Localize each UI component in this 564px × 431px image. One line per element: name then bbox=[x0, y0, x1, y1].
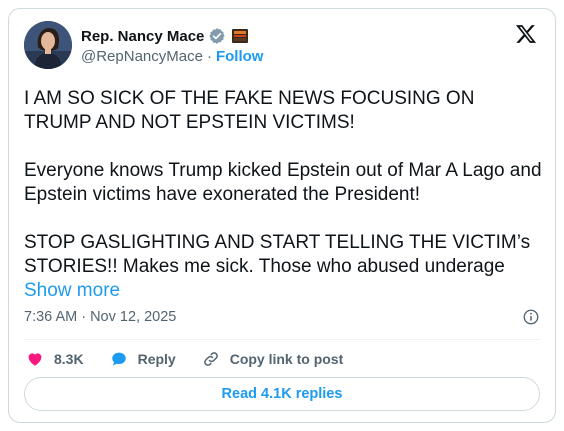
action-bar: 8.3K Reply Copy link to post bbox=[26, 347, 369, 371]
info-icon[interactable] bbox=[522, 308, 540, 326]
like-button[interactable]: 8.3K bbox=[26, 350, 84, 368]
x-logo-icon[interactable] bbox=[515, 23, 537, 45]
handle-row: @RepNancyMace · Follow bbox=[81, 48, 263, 65]
tweet-card: Rep. Nancy Mace @RepNancyMace · Follow I… bbox=[8, 8, 556, 423]
show-more-link[interactable]: Show more bbox=[24, 280, 120, 301]
read-replies-button[interactable]: Read 4.1K replies bbox=[24, 377, 540, 411]
timestamp[interactable]: 7:36 AM · Nov 12, 2025 bbox=[24, 309, 176, 325]
copy-link-label: Copy link to post bbox=[229, 351, 344, 367]
heart-icon bbox=[26, 350, 44, 368]
verified-badge-icon bbox=[208, 27, 226, 45]
avatar[interactable] bbox=[24, 21, 72, 69]
divider bbox=[24, 339, 540, 340]
tweet-paragraph-3: STOP GASLIGHTING AND START TELLING THE V… bbox=[24, 232, 536, 277]
copy-link-button[interactable]: Copy link to post bbox=[202, 350, 344, 368]
tweet-text: I AM SO SICK OF THE FAKE NEWS FOCUSING O… bbox=[24, 87, 544, 303]
link-icon bbox=[202, 350, 220, 368]
author-handle[interactable]: @RepNancyMace bbox=[81, 48, 203, 65]
tweet-paragraph-2: Everyone knows Trump kicked Epstein out … bbox=[24, 160, 547, 205]
author-name-row: Rep. Nancy Mace bbox=[81, 26, 249, 46]
tweet-paragraph-1: I AM SO SICK OF THE FAKE NEWS FOCUSING O… bbox=[24, 88, 480, 133]
separator-dot: · bbox=[206, 48, 212, 65]
reply-bubble-icon bbox=[110, 350, 128, 368]
flag-icon bbox=[232, 29, 249, 43]
author-display-name[interactable]: Rep. Nancy Mace bbox=[81, 28, 204, 45]
like-count: 8.3K bbox=[54, 351, 84, 367]
follow-button[interactable]: Follow bbox=[216, 48, 264, 65]
reply-label: Reply bbox=[137, 351, 176, 367]
reply-button[interactable]: Reply bbox=[110, 350, 176, 368]
timestamp-row: 7:36 AM · Nov 12, 2025 bbox=[24, 306, 540, 328]
